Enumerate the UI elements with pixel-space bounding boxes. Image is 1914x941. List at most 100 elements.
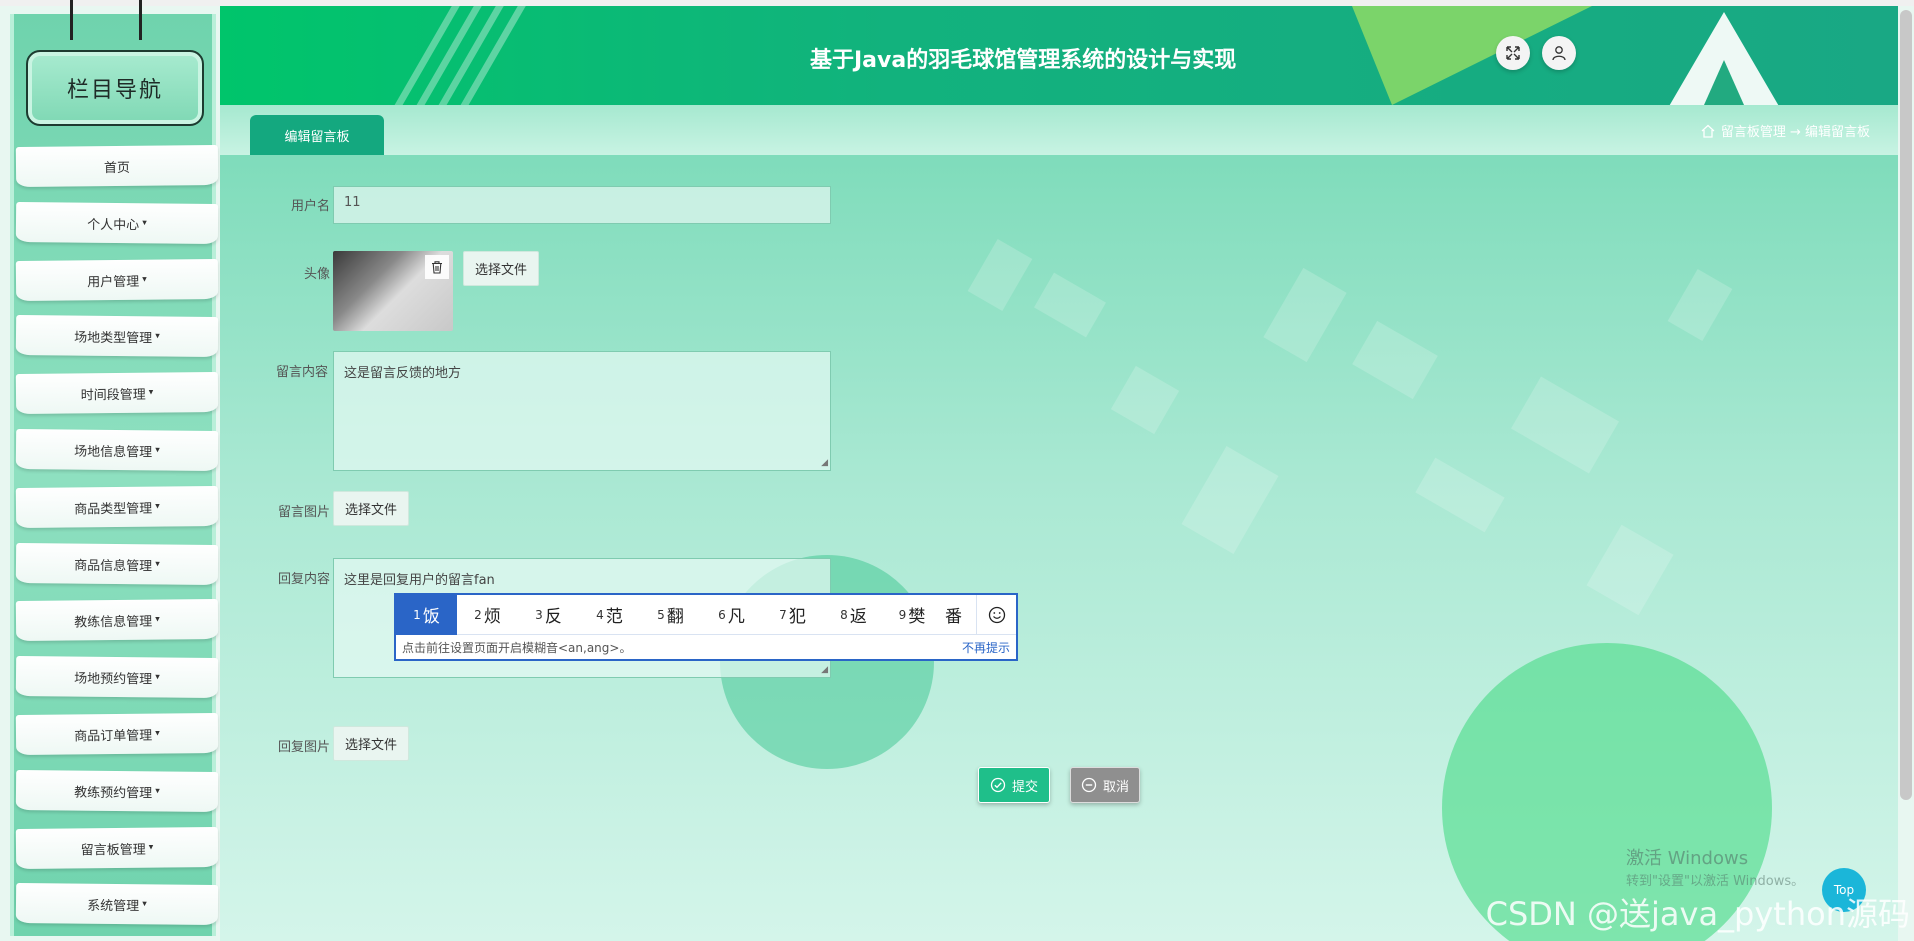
ime-candidate[interactable]: 7犯 bbox=[762, 595, 823, 635]
avatar-label: 头像 bbox=[303, 267, 330, 282]
message-image-choose-file-button[interactable]: 选择文件 bbox=[333, 491, 410, 526]
sidebar-item-product-orders[interactable]: 商品订单管理 ▾ bbox=[15, 712, 219, 756]
ime-candidate[interactable]: 2烦 bbox=[457, 595, 518, 635]
csdn-watermark: CSDN @送java_python源码 bbox=[1485, 895, 1910, 933]
hang-line-left bbox=[70, 0, 73, 40]
resize-grip-icon[interactable]: ◢ bbox=[821, 665, 828, 675]
delete-image-button[interactable] bbox=[425, 255, 449, 279]
sidebar-item-time-slot[interactable]: 时间段管理 ▾ bbox=[15, 372, 219, 415]
caret-down-icon: ▾ bbox=[155, 728, 160, 739]
check-circle-icon bbox=[990, 777, 1006, 793]
caret-down-icon: ▾ bbox=[142, 218, 147, 229]
ime-candidate[interactable]: 6凡 bbox=[701, 595, 762, 635]
message-content-label: 留言内容 bbox=[275, 365, 328, 380]
caret-down-icon: ▾ bbox=[148, 842, 154, 853]
background-decoration bbox=[1110, 365, 1180, 435]
sidebar-item-product-type[interactable]: 商品类型管理 ▾ bbox=[15, 485, 219, 528]
site-title: 基于Java的羽毛球馆管理系统的设计与实现 bbox=[810, 48, 1237, 73]
header-decoration bbox=[1704, 60, 1744, 105]
avatar-image bbox=[333, 251, 453, 331]
sidebar-item-message-board[interactable]: 留言板管理 ▾ bbox=[15, 826, 219, 869]
ime-candidate-number: 9 bbox=[898, 607, 907, 622]
cancel-button[interactable]: 取消 bbox=[1070, 767, 1140, 803]
sidebar-item-label: 商品信息管理 bbox=[74, 557, 153, 574]
sidebar-item-personal-center[interactable]: 个人中心 ▾ bbox=[15, 201, 219, 244]
minus-circle-icon bbox=[1081, 777, 1097, 793]
caret-down-icon: ▾ bbox=[155, 445, 160, 456]
nav-list: 首页 个人中心 ▾ 用户管理 ▾ 场地类型管理 ▾ 时间段管理 ▾ 场地信息管理 ▾ 商品… bbox=[14, 144, 220, 941]
ime-candidate-number: 1 bbox=[413, 607, 421, 622]
sidebar-item-label: 首页 bbox=[103, 160, 131, 176]
caret-down-icon: ▾ bbox=[142, 899, 147, 910]
caret-down-icon: ▾ bbox=[155, 786, 160, 797]
sidebar: 栏目导航 首页 个人中心 ▾ 用户管理 ▾ 场地类型管理 ▾ 时间段管理 ▾ 场地信息管… bbox=[10, 0, 219, 936]
caret-down-icon: ▾ bbox=[148, 387, 154, 398]
message-content-textarea[interactable]: 这是留言反馈的地方 ◢ bbox=[333, 351, 831, 471]
background-decoration bbox=[1415, 457, 1505, 533]
ime-tip-text[interactable]: 点击前往设置页面开启模糊音<an,ang>。 bbox=[402, 639, 631, 656]
sidebar-item-venue-booking[interactable]: 场地预约管理 ▾ bbox=[15, 656, 219, 699]
tab-bar: 编辑留言板 留言板管理 → 编辑留言板 bbox=[220, 105, 1898, 155]
sidebar-item-label: 个人中心 bbox=[87, 216, 140, 233]
ime-candidate[interactable]: 5翻 bbox=[640, 595, 701, 635]
ime-candidate-window: 1饭 2烦 3反 4范 5翻 6凡 7犯 8返 9樊 番 点击前往设置页面开启模… bbox=[394, 593, 1018, 661]
ime-candidate[interactable]: 4范 bbox=[579, 595, 640, 635]
resize-grip-icon[interactable]: ◢ bbox=[821, 458, 828, 468]
sidebar-item-venue-info[interactable]: 场地信息管理 ▾ bbox=[15, 428, 219, 472]
ime-candidate[interactable]: 3反 bbox=[518, 595, 579, 635]
sidebar-item-venue-type[interactable]: 场地类型管理 ▾ bbox=[15, 315, 219, 358]
ime-candidate-number: 8 bbox=[840, 607, 848, 622]
home-icon bbox=[1701, 124, 1715, 138]
sidebar-item-home[interactable]: 首页 bbox=[15, 144, 219, 188]
ime-candidate[interactable]: 番 bbox=[940, 595, 962, 635]
trash-icon bbox=[432, 261, 442, 274]
fullscreen-button[interactable] bbox=[1496, 36, 1530, 70]
ime-candidate-number: 7 bbox=[779, 607, 787, 622]
hang-line-right bbox=[139, 0, 142, 40]
background-decoration bbox=[967, 239, 1033, 311]
caret-down-icon: ▾ bbox=[142, 274, 147, 285]
ime-candidate-number: 2 bbox=[474, 607, 482, 622]
reply-image-choose-file-button[interactable]: 选择文件 bbox=[333, 726, 410, 761]
username-input[interactable]: 11 bbox=[333, 186, 831, 224]
sidebar-item-label: 商品类型管理 bbox=[74, 500, 153, 517]
caret-down-icon: ▾ bbox=[155, 672, 160, 683]
emoji-button[interactable] bbox=[976, 594, 1016, 635]
user-button[interactable] bbox=[1542, 36, 1576, 70]
submit-button[interactable]: 提交 bbox=[978, 767, 1050, 803]
sidebar-item-user-management[interactable]: 用户管理 ▾ bbox=[15, 258, 219, 301]
sidebar-item-product-info[interactable]: 商品信息管理 ▾ bbox=[15, 542, 219, 585]
header: 基于Java的羽毛球馆管理系统的设计与实现 bbox=[220, 6, 1898, 105]
ime-candidate[interactable]: 8返 bbox=[823, 595, 884, 635]
ime-candidate-char: 番 bbox=[945, 607, 962, 627]
windows-activation-subtitle: 转到"设置"以激活 Windows。 bbox=[1626, 874, 1805, 889]
page-scrollbar[interactable] bbox=[1900, 10, 1912, 800]
expand-icon bbox=[1506, 46, 1520, 60]
ime-candidate-char: 烦 bbox=[483, 607, 501, 627]
background-decoration bbox=[1667, 269, 1733, 341]
reply-image-label: 回复图片 bbox=[277, 740, 330, 755]
ime-dismiss-link[interactable]: 不再提示 bbox=[962, 639, 1010, 656]
sidebar-item-system[interactable]: 系统管理 ▾ bbox=[15, 883, 219, 926]
sidebar-item-label: 用户管理 bbox=[87, 273, 140, 290]
tab-edit-message-board[interactable]: 编辑留言板 bbox=[250, 115, 384, 155]
ime-candidate-row: 1饭 2烦 3反 4范 5翻 6凡 7犯 8返 9樊 番 bbox=[396, 594, 1016, 635]
caret-down-icon: ▾ bbox=[155, 501, 160, 512]
main-content: 用户名 11 头像 选择文件 留言内容 这是留言反馈的地方 ◢ 留言图片 选择文… bbox=[220, 155, 1898, 941]
ime-candidate-char: 翻 bbox=[666, 607, 684, 627]
sidebar-item-coach-booking[interactable]: 教练预约管理 ▾ bbox=[15, 769, 219, 812]
sidebar-item-label: 场地类型管理 bbox=[74, 330, 153, 347]
cancel-label: 取消 bbox=[1102, 779, 1129, 795]
background-decoration bbox=[1352, 320, 1438, 400]
ime-candidate-char: 凡 bbox=[727, 607, 745, 627]
ime-candidate-number: 6 bbox=[718, 607, 726, 622]
message-image-label: 留言图片 bbox=[277, 505, 330, 520]
sidebar-item-coach-info[interactable]: 教练信息管理 ▾ bbox=[15, 599, 219, 642]
ime-candidate[interactable]: 9樊 bbox=[884, 595, 940, 635]
avatar-choose-file-button[interactable]: 选择文件 bbox=[463, 251, 540, 286]
ime-tip: 点击前往设置页面开启模糊音<an,ang>。 不再提示 bbox=[396, 635, 1016, 659]
sidebar-item-label: 留言板管理 bbox=[80, 841, 146, 858]
ime-candidate[interactable]: 1饭 bbox=[396, 594, 457, 635]
sidebar-item-label: 场地预约管理 bbox=[74, 671, 153, 688]
background-decoration bbox=[1181, 446, 1279, 554]
